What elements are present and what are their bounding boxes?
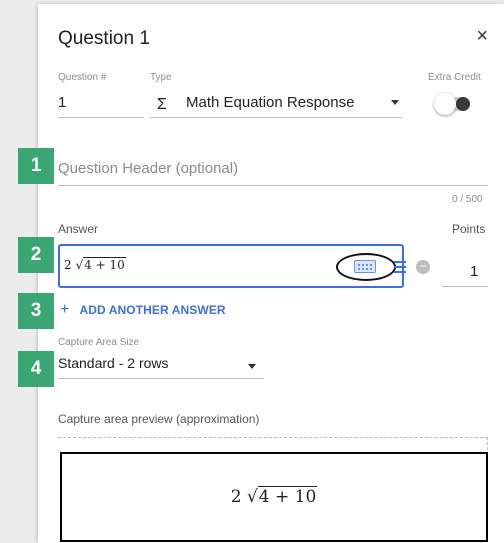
answer-expression: 2 √4 + 10: [64, 257, 126, 272]
question-editor-panel: Question 1 × Question # 1 Type Σ Math Eq…: [38, 4, 504, 543]
type-underline: [150, 117, 402, 118]
points-input[interactable]: 1: [470, 263, 478, 280]
type-label: Type: [150, 72, 172, 83]
header-underline: [58, 185, 488, 186]
type-select-value[interactable]: Math Equation Response: [186, 94, 354, 111]
extra-credit-toggle-knob[interactable]: [434, 93, 456, 115]
highlight-circle-annotation: [336, 253, 396, 281]
step-badge-1: 1: [18, 148, 54, 184]
preview-coefficient: 2: [230, 487, 242, 507]
answer-label: Answer: [58, 222, 99, 236]
sigma-icon: Σ: [157, 96, 167, 113]
close-icon[interactable]: ×: [476, 26, 488, 46]
step-badge-2: 2: [18, 237, 54, 273]
preview-canvas: 2 √4 + 10: [60, 452, 488, 542]
preview-label: Capture area preview (approximation): [58, 412, 260, 426]
plus-icon: +: [60, 301, 70, 318]
capture-area-label: Capture Area Size: [58, 337, 140, 348]
question-header-input[interactable]: Question Header (optional): [58, 160, 238, 177]
step-badge-4: 4: [18, 351, 54, 387]
capture-area-preview: 2 √4 + 10: [58, 437, 488, 542]
answer-menu-icon[interactable]: [394, 261, 406, 273]
answer-math-input[interactable]: 2 √4 + 10: [58, 244, 406, 288]
dialog-title: Question 1: [58, 28, 150, 49]
capture-area-dropdown-caret-icon[interactable]: [248, 364, 256, 369]
points-label: Points: [452, 222, 486, 236]
question-number-label: Question #: [58, 72, 107, 83]
answer-radicand: 4 + 10: [83, 257, 126, 272]
header-char-counter: 0 / 500: [452, 194, 483, 205]
question-number-underline: [58, 117, 144, 118]
points-underline: [442, 286, 488, 287]
preview-expression: 2 √4 + 10: [230, 486, 318, 507]
sqrt-symbol: √: [75, 258, 84, 272]
extra-credit-toggle-end: [456, 97, 470, 111]
step-badge-3: 3: [18, 293, 54, 329]
add-another-answer-label: ADD ANOTHER ANSWER: [79, 303, 226, 317]
capture-area-underline: [58, 378, 264, 379]
remove-answer-icon[interactable]: −: [416, 260, 430, 274]
question-number-input[interactable]: 1: [58, 94, 66, 111]
answer-coefficient: 2: [64, 258, 72, 272]
preview-sqrt-symbol: √: [246, 487, 258, 507]
capture-area-select-value[interactable]: Standard - 2 rows: [58, 355, 169, 371]
preview-radicand: 4 + 10: [257, 486, 318, 507]
type-dropdown-caret-icon[interactable]: [391, 100, 399, 105]
add-another-answer-button[interactable]: + ADD ANOTHER ANSWER: [60, 301, 226, 319]
extra-credit-label: Extra Credit: [428, 72, 481, 83]
